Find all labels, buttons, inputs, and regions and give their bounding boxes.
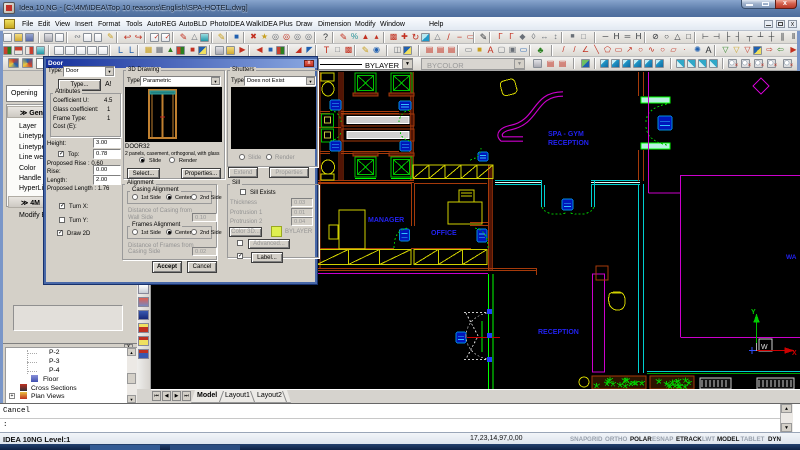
- svg-text:RECEPTION: RECEPTION: [538, 329, 579, 336]
- svg-text:Y: Y: [751, 309, 756, 316]
- svg-text:OFFICE: OFFICE: [431, 230, 457, 237]
- svg-text:SPA - GYM: SPA - GYM: [548, 131, 584, 138]
- svg-text:WA: WA: [786, 254, 797, 261]
- svg-text:X: X: [792, 350, 797, 357]
- svg-text:RECEPTION: RECEPTION: [548, 140, 589, 147]
- svg-text:MANAGER: MANAGER: [368, 217, 404, 224]
